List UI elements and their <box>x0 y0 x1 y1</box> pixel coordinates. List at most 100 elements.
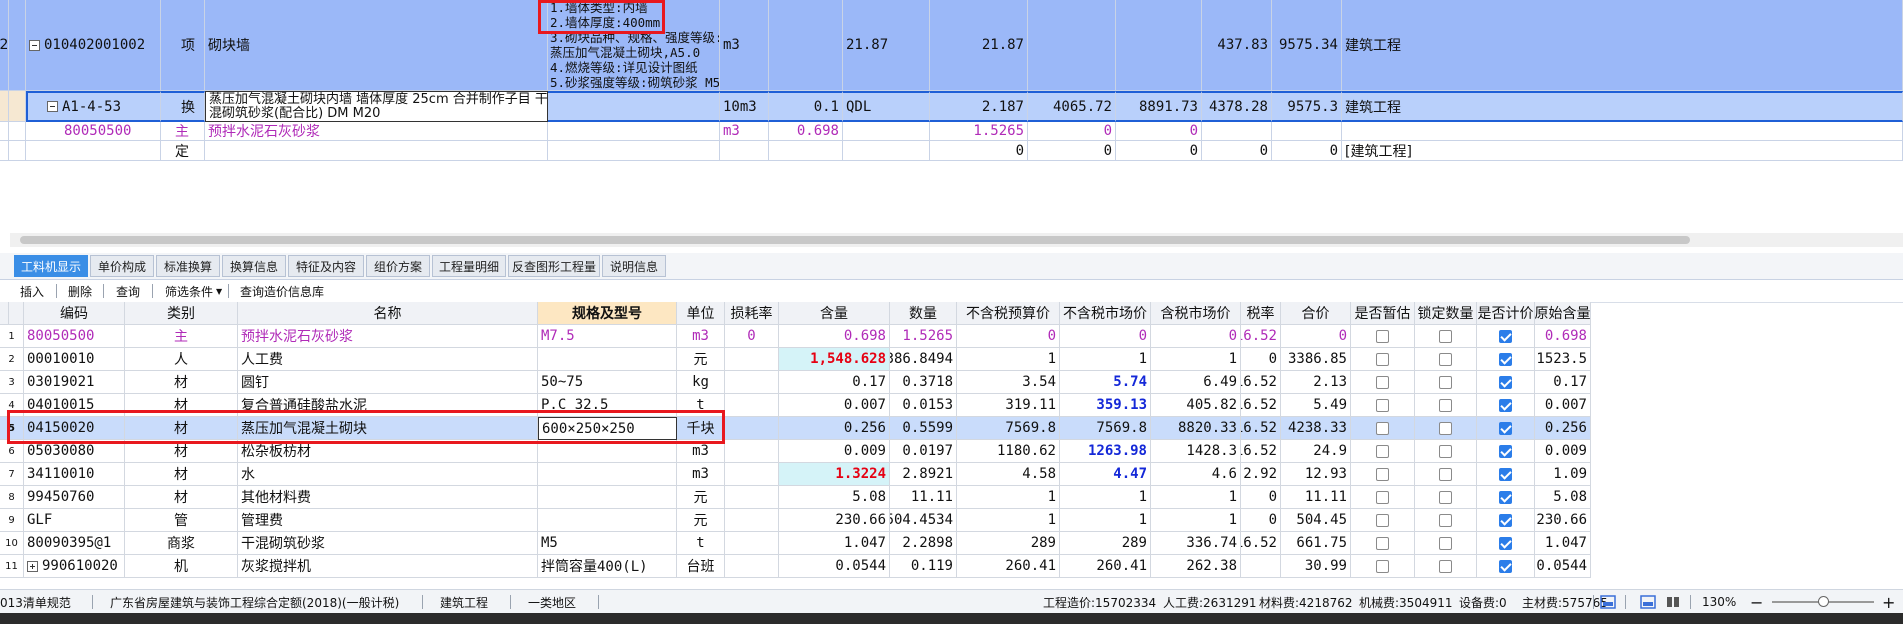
header-total[interactable]: 合价 <box>1281 302 1351 325</box>
lock-checkbox[interactable] <box>1439 467 1452 481</box>
resource-tax-rate[interactable]: 0 <box>1241 509 1281 532</box>
header-budget-price[interactable]: 不含税预算价 <box>957 302 1060 325</box>
material-code[interactable]: 80050500 <box>26 122 161 141</box>
resource-loss-rate[interactable] <box>725 394 779 417</box>
resource-market-price[interactable]: 1 <box>1060 486 1151 509</box>
resource-name[interactable]: 圆钉 <box>238 371 538 394</box>
split-view-icon[interactable] <box>1640 594 1656 610</box>
resource-name[interactable]: 管理费 <box>238 509 538 532</box>
header-lock-quantity[interactable]: 锁定数量 <box>1415 302 1477 325</box>
resource-code[interactable]: 00010010 <box>24 348 125 371</box>
resource-name[interactable]: 干混砌筑砂浆 <box>238 532 538 555</box>
collapse-icon[interactable] <box>29 39 40 51</box>
priced-checkbox[interactable] <box>1499 490 1512 504</box>
resource-spec[interactable]: M7.5 <box>538 325 677 348</box>
tab-unit-price[interactable]: 单价构成 <box>90 255 154 277</box>
resource-content[interactable]: 0.256 <box>779 417 890 440</box>
scrollbar-thumb[interactable] <box>20 236 1690 244</box>
header-tax-rate[interactable]: 税率 <box>1241 302 1281 325</box>
resource-code[interactable]: 80050500 <box>24 325 125 348</box>
estimate-checkbox[interactable] <box>1376 329 1389 343</box>
material-name[interactable]: 预拌水泥石灰砂浆 <box>205 122 548 141</box>
quota-code-cell[interactable]: A1-4-53 <box>26 91 161 122</box>
collapse-icon[interactable] <box>47 101 58 112</box>
bill-row-quota[interactable]: A1-4-53 换 蒸压加气混凝土砌块内墙 墙体厚度 25cm 合并制作子目 干… <box>0 91 1903 122</box>
tab-notes[interactable]: 说明信息 <box>602 255 666 277</box>
resource-taxed-price[interactable]: 0 <box>1151 325 1241 348</box>
layout-icon[interactable] <box>1600 594 1616 610</box>
resource-content[interactable]: 0.007 <box>779 394 890 417</box>
resource-tax-rate[interactable]: 16.52 <box>1241 394 1281 417</box>
resource-row[interactable]: 8 99450760 材其他材料费元 5.08 11.11 1 1 1 0 11.11 5.08 <box>0 486 1903 509</box>
resource-loss-rate[interactable] <box>725 509 779 532</box>
resource-tax-rate[interactable]: 2.92 <box>1241 463 1281 486</box>
estimate-checkbox[interactable] <box>1376 467 1389 481</box>
resource-row[interactable]: 10 80090395@1 商浆 干混砌筑砂浆 M5 t 1.047 2.2898 289 289… <box>0 532 1903 555</box>
resource-row[interactable]: 200010010人人工费元1,548.6283386.849411103386… <box>0 348 1903 371</box>
quota-category[interactable]: 建筑工程 <box>1342 91 1903 122</box>
priced-checkbox[interactable] <box>1499 444 1512 458</box>
resource-loss-rate[interactable] <box>725 486 779 509</box>
priced-checkbox[interactable] <box>1499 536 1512 550</box>
resource-category[interactable]: 商浆 <box>125 532 238 555</box>
resource-taxed-price[interactable]: 1428.3 <box>1151 440 1241 463</box>
header-name[interactable]: 名称 <box>238 302 538 325</box>
resource-category[interactable]: 主 <box>125 325 238 348</box>
resource-market-price[interactable]: 1263.98 <box>1060 440 1151 463</box>
resource-taxed-price[interactable]: 1 <box>1151 348 1241 371</box>
resource-unit[interactable]: 台班 <box>677 555 725 578</box>
resource-row[interactable]: 3 03019021 材圆钉 50~75 kg 0.17 0.3718 3.54 5.74 6.4… <box>0 371 1903 394</box>
bill-row-material[interactable]: 80050500 主 预拌水泥石灰砂浆 m3 0.698 1.5265 0 0 <box>0 122 1903 141</box>
resource-row[interactable]: 9 GLF 管管理费元 230.66 504.4534 1 1 1 0 504.45 230.66 <box>0 509 1903 532</box>
lock-checkbox[interactable] <box>1439 444 1452 458</box>
priced-checkbox[interactable] <box>1499 398 1512 412</box>
insert-button[interactable]: 插入 <box>20 283 44 299</box>
lock-checkbox[interactable] <box>1439 352 1452 366</box>
zoom-in-icon[interactable]: + <box>1882 593 1895 612</box>
resource-tax-rate[interactable]: 0 <box>1241 486 1281 509</box>
resource-row[interactable]: 11 990610020 机灰浆搅拌机 拌筒容量400(L) 台班 0.0544 0.119… <box>0 555 1903 578</box>
resource-unit[interactable]: 元 <box>677 509 725 532</box>
resource-tax-rate[interactable]: 0 <box>1241 348 1281 371</box>
resource-taxed-price[interactable]: 1 <box>1151 509 1241 532</box>
status-quota-lib[interactable]: 广东省房屋建筑与装饰工程综合定额(2018)(一般计税) <box>110 594 399 610</box>
resource-code[interactable]: 990610020 <box>24 555 125 578</box>
resource-loss-rate[interactable] <box>725 371 779 394</box>
resource-code[interactable]: 99450760 <box>24 486 125 509</box>
resource-taxed-price[interactable]: 262.38 <box>1151 555 1241 578</box>
tab-quantity-detail[interactable]: 工程量明细 <box>432 255 506 277</box>
resource-market-price[interactable]: 359.13 <box>1060 394 1151 417</box>
resource-tax-rate[interactable] <box>1241 555 1281 578</box>
resource-loss-rate[interactable] <box>725 348 779 371</box>
zoom-slider-knob[interactable] <box>1818 596 1829 607</box>
header-category[interactable]: 类别 <box>125 302 238 325</box>
priced-checkbox[interactable] <box>1499 421 1512 435</box>
resource-tax-rate[interactable]: 16.52 <box>1241 325 1281 348</box>
tab-pricing-plan[interactable]: 组价方案 <box>366 255 430 277</box>
quota-qty-code[interactable]: QDL <box>843 91 930 122</box>
quota-qty-expr[interactable]: 0.1 <box>769 91 843 122</box>
resource-market-price[interactable]: 260.41 <box>1060 555 1151 578</box>
resource-tax-rate[interactable]: 16.52 <box>1241 440 1281 463</box>
resource-loss-rate[interactable]: 0 <box>725 325 779 348</box>
lock-checkbox[interactable] <box>1439 490 1452 504</box>
resource-loss-rate[interactable] <box>725 440 779 463</box>
resource-name[interactable]: 人工费 <box>238 348 538 371</box>
item-name[interactable]: 砌块墙 <box>205 0 548 91</box>
resource-market-price[interactable]: 0 <box>1060 325 1151 348</box>
resource-name[interactable]: 水 <box>238 463 538 486</box>
resource-name[interactable]: 预拌水泥石灰砂浆 <box>238 325 538 348</box>
resource-unit[interactable]: m3 <box>677 325 725 348</box>
resource-category[interactable]: 管 <box>125 509 238 532</box>
item-code-cell[interactable]: 010402001002 <box>26 0 161 91</box>
item-category[interactable]: 建筑工程 <box>1342 0 1903 91</box>
resource-code[interactable]: 80090395@1 <box>24 532 125 555</box>
lock-checkbox[interactable] <box>1439 398 1452 412</box>
resource-content[interactable]: 1.3224 <box>779 463 890 486</box>
estimate-checkbox[interactable] <box>1376 490 1389 504</box>
resource-code[interactable]: 03019021 <box>24 371 125 394</box>
resource-row[interactable]: 180050500主预拌水泥石灰砂浆M7.5m300.6981.52650001… <box>0 325 1903 348</box>
quota-unit[interactable]: 10m3 <box>720 91 769 122</box>
header-is-priced[interactable]: 是否计价 <box>1477 302 1535 325</box>
estimate-checkbox[interactable] <box>1376 352 1389 366</box>
